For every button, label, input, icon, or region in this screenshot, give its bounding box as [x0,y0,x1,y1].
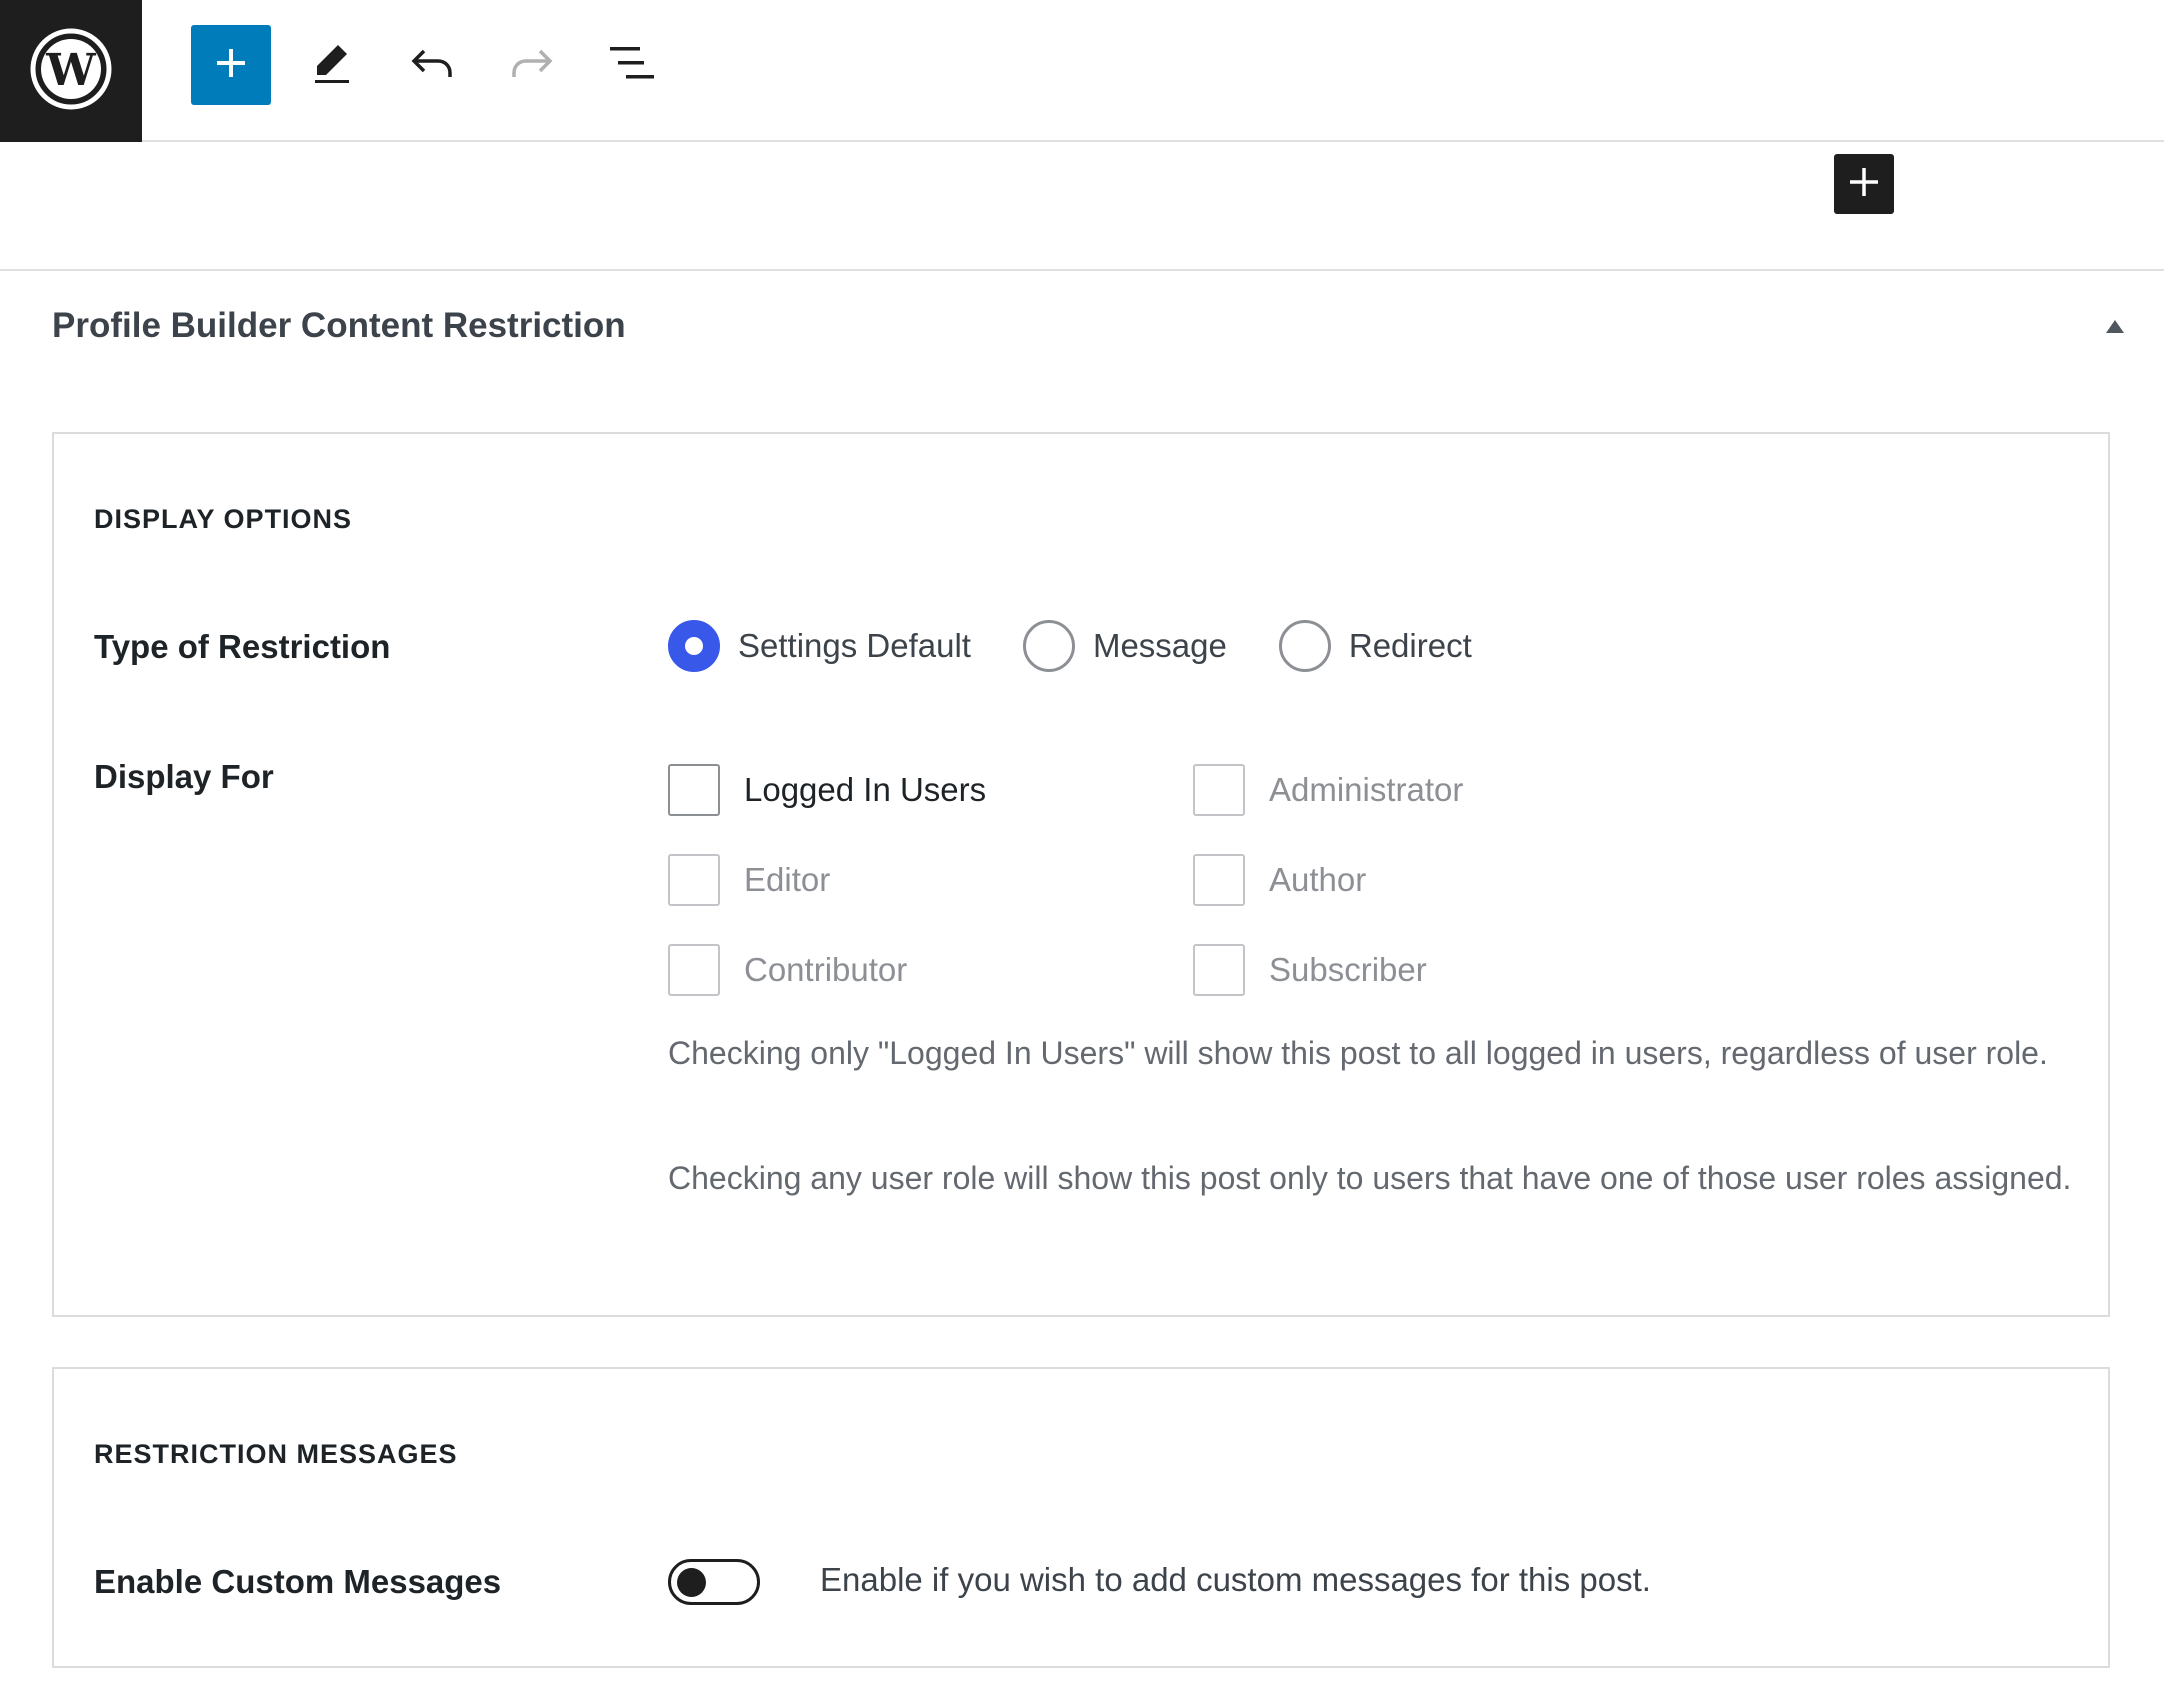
help-text-user-roles: Checking any user role will show this po… [668,1160,2072,1196]
wordpress-icon: W [29,27,113,116]
toggle-knob [677,1568,706,1597]
radio-button[interactable] [668,620,720,672]
checkbox[interactable] [1193,944,1245,996]
restriction-messages-section: RESTRICTION MESSAGES Enable Custom Messa… [52,1367,2110,1668]
block-inserter-button[interactable] [1834,154,1894,214]
checkbox-label: Administrator [1269,771,1464,808]
radio-redirect[interactable]: Redirect [1278,620,1472,672]
panel-title[interactable]: Profile Builder Content Restriction [52,306,626,346]
editor-toolbar: W [0,0,2164,142]
help-text-logged-in: Checking only "Logged In Users" will sho… [668,1035,2048,1071]
checkbox-subscriber[interactable]: Subscriber [1193,944,1427,996]
section-heading: DISPLAY OPTIONS [94,504,353,534]
list-view-button[interactable] [592,25,672,105]
section-heading: RESTRICTION MESSAGES [94,1439,458,1469]
toggle-description: Enable if you wish to add custom message… [820,1561,1651,1598]
checkbox[interactable] [1193,854,1245,906]
checkbox[interactable] [668,944,720,996]
radio-button[interactable] [1278,620,1331,672]
checkbox-editor[interactable]: Editor [668,854,830,906]
type-of-restriction-label: Type of Restriction [94,628,391,665]
radio-button[interactable] [1022,620,1075,672]
enable-custom-messages-toggle[interactable] [668,1559,760,1605]
checkbox[interactable] [668,764,720,816]
enable-custom-messages-label: Enable Custom Messages [94,1563,502,1600]
svg-text:W: W [45,45,96,96]
plus-icon [213,45,249,86]
redo-button[interactable] [492,25,572,105]
checkbox-label: Contributor [744,951,908,988]
wordpress-logo-button[interactable]: W [0,0,142,142]
pencil-icon [312,41,352,90]
undo-icon [410,45,454,86]
plus-icon [1847,165,1881,204]
radio-message[interactable]: Message [1022,620,1227,672]
display-options-section: DISPLAY OPTIONS Type of Restriction Sett… [52,432,2110,1317]
panel-divider [0,269,2164,271]
display-for-label: Display For [94,758,274,795]
radio-label: Redirect [1348,627,1472,664]
undo-button[interactable] [392,25,472,105]
checkbox-logged-in-users[interactable]: Logged In Users [668,764,986,816]
tools-button[interactable] [292,25,372,105]
restriction-type-radio-group: Settings Default Message Redirect [668,620,1524,672]
add-block-button[interactable] [191,25,271,105]
checkbox-contributor[interactable]: Contributor [668,944,907,996]
checkbox-administrator[interactable]: Administrator [1193,764,1463,816]
radio-settings-default[interactable]: Settings Default [668,620,971,672]
radio-label: Message [1092,627,1227,664]
caret-up-icon[interactable] [2104,318,2126,336]
radio-label: Settings Default [738,627,971,664]
redo-icon [510,45,554,86]
checkbox-label: Editor [744,861,831,898]
checkbox-label: Subscriber [1269,951,1427,988]
checkbox-author[interactable]: Author [1193,854,1366,906]
checkbox-label: Logged In Users [744,771,987,808]
checkbox[interactable] [1193,764,1245,816]
checkbox[interactable] [668,854,720,906]
checkbox-label: Author [1269,861,1367,898]
list-view-icon [608,45,656,86]
